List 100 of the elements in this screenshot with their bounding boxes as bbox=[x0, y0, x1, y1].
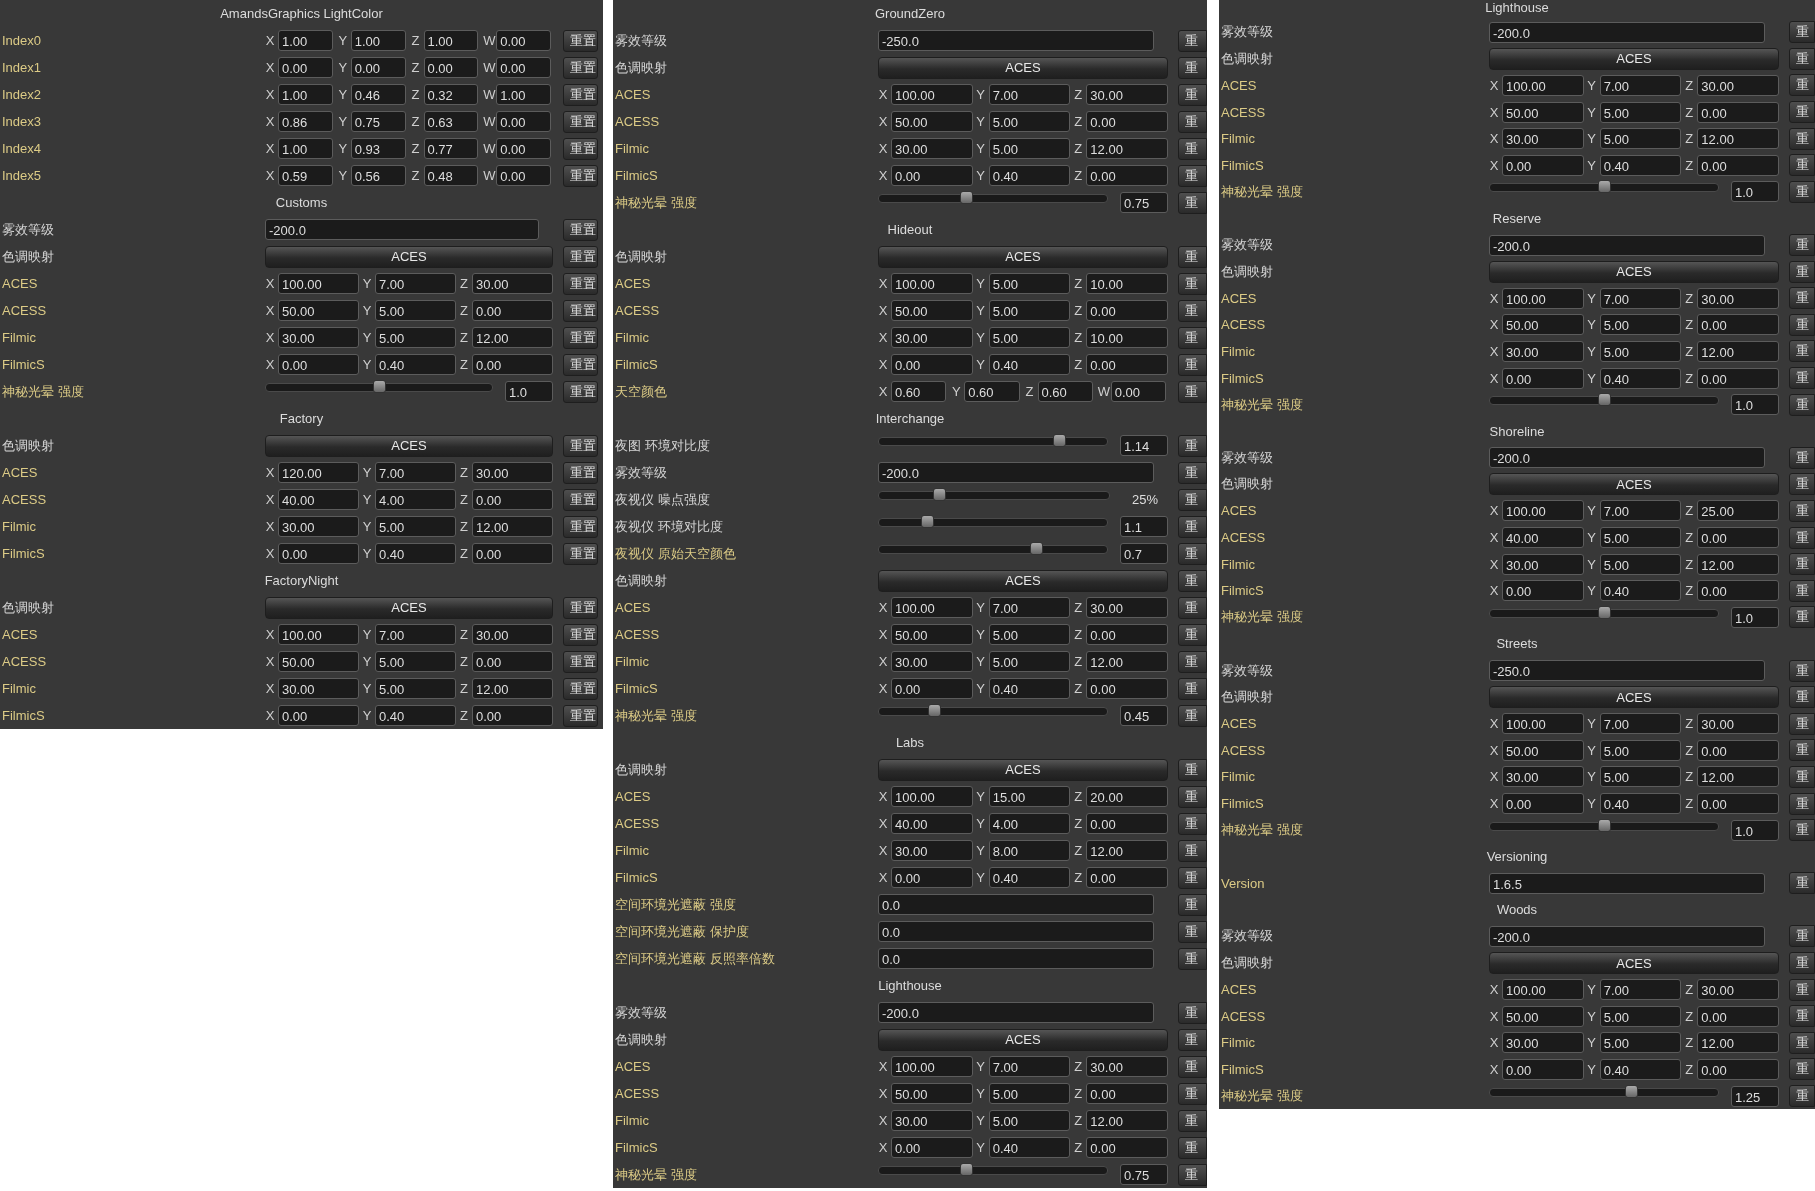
slider-track[interactable] bbox=[878, 1166, 1108, 1175]
reset-button[interactable]: 重 bbox=[1178, 812, 1207, 835]
number-field[interactable]: 12.00 bbox=[1086, 138, 1168, 159]
slider-thumb[interactable] bbox=[1030, 542, 1044, 555]
reset-button[interactable]: 重置 bbox=[563, 353, 598, 376]
number-field[interactable]: 100.00 bbox=[1502, 979, 1584, 1001]
value-field[interactable]: 0.7 bbox=[1120, 543, 1168, 564]
reset-button[interactable]: 重置 bbox=[563, 326, 598, 349]
number-field[interactable]: 30.00 bbox=[1697, 287, 1779, 309]
number-field[interactable]: 0.00 bbox=[472, 651, 553, 672]
reset-button[interactable]: 重 bbox=[1178, 380, 1207, 403]
number-field[interactable]: 30.00 bbox=[891, 651, 973, 672]
number-field[interactable]: 0.00 bbox=[1697, 580, 1779, 602]
number-field[interactable]: 0.00 bbox=[1086, 1083, 1168, 1104]
number-field[interactable]: 5.00 bbox=[988, 273, 1071, 294]
number-field[interactable]: 0.00 bbox=[1697, 314, 1779, 336]
reset-button[interactable]: 重置 bbox=[563, 83, 598, 106]
number-field[interactable]: 30.00 bbox=[1697, 979, 1779, 1001]
reset-button[interactable]: 重 bbox=[1789, 553, 1815, 576]
slider-track[interactable] bbox=[878, 491, 1110, 500]
number-field[interactable]: 5.00 bbox=[375, 516, 456, 537]
number-field[interactable]: 12.00 bbox=[472, 678, 553, 699]
reset-button[interactable]: 重 bbox=[1178, 1109, 1207, 1132]
number-field[interactable]: 30.00 bbox=[472, 273, 553, 294]
reset-button[interactable]: 重 bbox=[1178, 488, 1207, 511]
number-field[interactable]: 0.00 bbox=[1086, 354, 1168, 375]
number-field[interactable]: 0.75 bbox=[350, 111, 406, 132]
number-field[interactable]: 0.00 bbox=[1697, 793, 1779, 814]
number-field[interactable]: 7.00 bbox=[988, 1056, 1071, 1077]
number-field[interactable]: 0.56 bbox=[350, 165, 406, 186]
number-field[interactable]: 50.00 bbox=[891, 111, 973, 132]
number-field[interactable]: 1.00 bbox=[278, 84, 333, 105]
dropdown[interactable]: ACES bbox=[265, 245, 553, 268]
number-field[interactable]: 0.00 bbox=[1086, 111, 1168, 132]
number-field[interactable]: 0.60 bbox=[1037, 381, 1093, 402]
number-field[interactable]: 0.32 bbox=[423, 84, 479, 105]
number-field[interactable]: 7.00 bbox=[1599, 287, 1682, 309]
number-field[interactable]: 100.00 bbox=[278, 624, 359, 645]
dropdown[interactable]: ACES bbox=[1489, 47, 1779, 70]
reset-button[interactable]: 重 bbox=[1178, 191, 1207, 214]
number-field[interactable]: 0.00 bbox=[1086, 624, 1168, 645]
reset-button[interactable]: 重 bbox=[1789, 579, 1815, 602]
reset-button[interactable]: 重 bbox=[1178, 1163, 1207, 1186]
slider-track[interactable] bbox=[1489, 821, 1719, 831]
value-field[interactable]: -200.0 bbox=[1489, 926, 1765, 947]
number-field[interactable]: 0.77 bbox=[423, 138, 479, 159]
reset-button[interactable]: 重 bbox=[1789, 712, 1815, 735]
number-field[interactable]: 0.00 bbox=[891, 867, 973, 888]
number-field[interactable]: 40.00 bbox=[278, 489, 359, 510]
reset-button[interactable]: 重 bbox=[1178, 515, 1207, 538]
number-field[interactable]: 7.00 bbox=[1599, 500, 1682, 522]
reset-button[interactable]: 重置 bbox=[563, 272, 598, 295]
number-field[interactable]: 100.00 bbox=[891, 786, 973, 807]
number-field[interactable]: 0.00 bbox=[1502, 793, 1584, 814]
reset-button[interactable]: 重 bbox=[1789, 287, 1815, 310]
reset-button[interactable]: 重 bbox=[1178, 596, 1207, 619]
reset-button[interactable]: 重 bbox=[1178, 164, 1207, 187]
number-field[interactable]: 5.00 bbox=[988, 651, 1071, 672]
number-field[interactable]: 5.00 bbox=[988, 624, 1071, 645]
reset-button[interactable]: 重 bbox=[1178, 569, 1207, 592]
number-field[interactable]: 50.00 bbox=[1502, 101, 1584, 123]
number-field[interactable]: 7.00 bbox=[375, 624, 456, 645]
reset-button[interactable]: 重 bbox=[1789, 313, 1815, 336]
number-field[interactable]: 0.40 bbox=[1599, 154, 1682, 176]
reset-button[interactable]: 重 bbox=[1178, 542, 1207, 565]
number-field[interactable]: 100.00 bbox=[278, 273, 359, 294]
number-field[interactable]: 0.00 bbox=[472, 543, 553, 564]
reset-button[interactable]: 重 bbox=[1178, 920, 1207, 943]
number-field[interactable]: 0.00 bbox=[496, 111, 551, 132]
reset-button[interactable]: 重 bbox=[1789, 21, 1815, 44]
number-field[interactable]: 100.00 bbox=[891, 1056, 973, 1077]
number-field[interactable]: 30.00 bbox=[1502, 1032, 1584, 1054]
number-field[interactable]: 0.59 bbox=[278, 165, 333, 186]
slider-thumb[interactable] bbox=[373, 380, 386, 393]
number-field[interactable]: 5.00 bbox=[375, 678, 456, 699]
number-field[interactable]: 0.00 bbox=[278, 543, 359, 564]
number-field[interactable]: 30.00 bbox=[1086, 84, 1168, 105]
number-field[interactable]: 10.00 bbox=[1086, 273, 1168, 294]
number-field[interactable]: 5.00 bbox=[375, 327, 456, 348]
reset-button[interactable]: 重 bbox=[1178, 326, 1207, 349]
number-field[interactable]: 8.00 bbox=[988, 840, 1071, 861]
number-field[interactable]: 7.00 bbox=[1599, 75, 1682, 96]
reset-button[interactable]: 重置 bbox=[563, 137, 598, 160]
slider-thumb[interactable] bbox=[932, 488, 946, 501]
dropdown[interactable]: ACES bbox=[265, 596, 553, 619]
number-field[interactable]: 0.00 bbox=[1086, 165, 1168, 186]
number-field[interactable]: 0.00 bbox=[891, 354, 973, 375]
number-field[interactable]: 4.00 bbox=[375, 489, 456, 510]
value-field[interactable]: 1.1 bbox=[1120, 516, 1168, 537]
number-field[interactable]: 50.00 bbox=[1502, 1005, 1584, 1027]
reset-button[interactable]: 重 bbox=[1178, 137, 1207, 160]
reset-button[interactable]: 重 bbox=[1789, 101, 1815, 124]
reset-button[interactable]: 重 bbox=[1789, 1085, 1815, 1108]
number-field[interactable]: 50.00 bbox=[891, 624, 973, 645]
number-field[interactable]: 0.00 bbox=[278, 705, 359, 726]
number-field[interactable]: 1.00 bbox=[278, 30, 333, 51]
slider-track[interactable] bbox=[878, 437, 1108, 446]
number-field[interactable]: 0.40 bbox=[988, 678, 1071, 699]
slider-thumb[interactable] bbox=[959, 191, 973, 204]
value-field[interactable]: -200.0 bbox=[1489, 21, 1765, 43]
